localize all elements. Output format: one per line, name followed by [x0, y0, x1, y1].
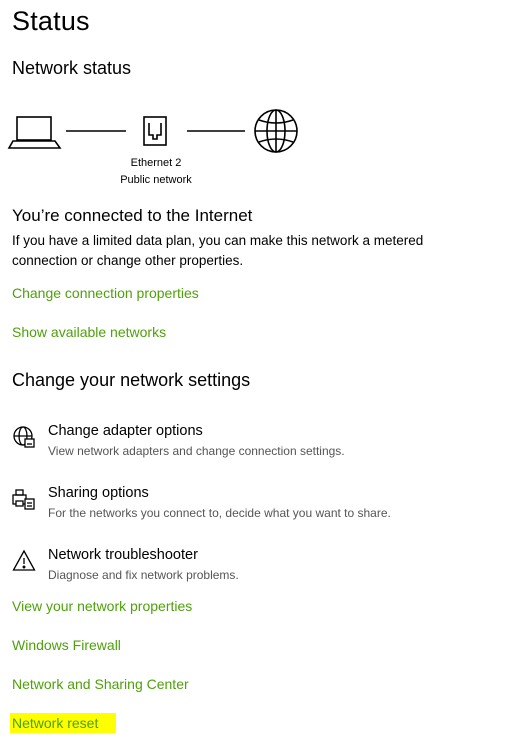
- network-diagram: [7, 109, 298, 153]
- option-description: For the networks you connect to, decide …: [48, 506, 391, 520]
- show-available-networks-link[interactable]: Show available networks: [12, 324, 166, 340]
- windows-firewall-link[interactable]: Windows Firewall: [12, 637, 121, 653]
- view-network-properties-link[interactable]: View your network properties: [12, 598, 192, 614]
- laptop-icon: [7, 116, 62, 149]
- network-status-heading: Network status: [12, 58, 132, 78]
- change-adapter-options[interactable]: Change adapter options View network adap…: [12, 423, 512, 467]
- change-settings-heading: Change your network settings: [12, 370, 251, 390]
- option-title: Network troubleshooter: [48, 547, 198, 563]
- option-description: View network adapters and change connect…: [48, 444, 345, 458]
- network-troubleshooter[interactable]: Network troubleshooter Diagnose and fix …: [12, 547, 512, 591]
- option-title: Sharing options: [48, 485, 149, 501]
- option-description: Diagnose and fix network problems.: [48, 568, 239, 582]
- page-title: Status: [12, 6, 90, 36]
- sharing-options[interactable]: Sharing options For the networks you con…: [12, 485, 512, 529]
- ethernet-icon: [143, 116, 167, 146]
- connection-description: If you have a limited data plan, you can…: [12, 233, 424, 268]
- adapter-name-label: Ethernet 2: [130, 157, 182, 169]
- option-title: Change adapter options: [48, 423, 203, 439]
- globe-icon: [254, 109, 298, 153]
- warning-icon: [12, 549, 36, 571]
- network-sharing-center-link[interactable]: Network and Sharing Center: [12, 676, 189, 692]
- change-connection-properties-link[interactable]: Change connection properties: [12, 285, 199, 301]
- network-reset-link[interactable]: Network reset: [10, 713, 117, 733]
- adapter-globe-icon: [13, 426, 35, 448]
- connection-status-heading: You’re connected to the Internet: [12, 206, 253, 225]
- printer-share-icon: [12, 489, 35, 510]
- network-type-label: Public network: [120, 174, 192, 186]
